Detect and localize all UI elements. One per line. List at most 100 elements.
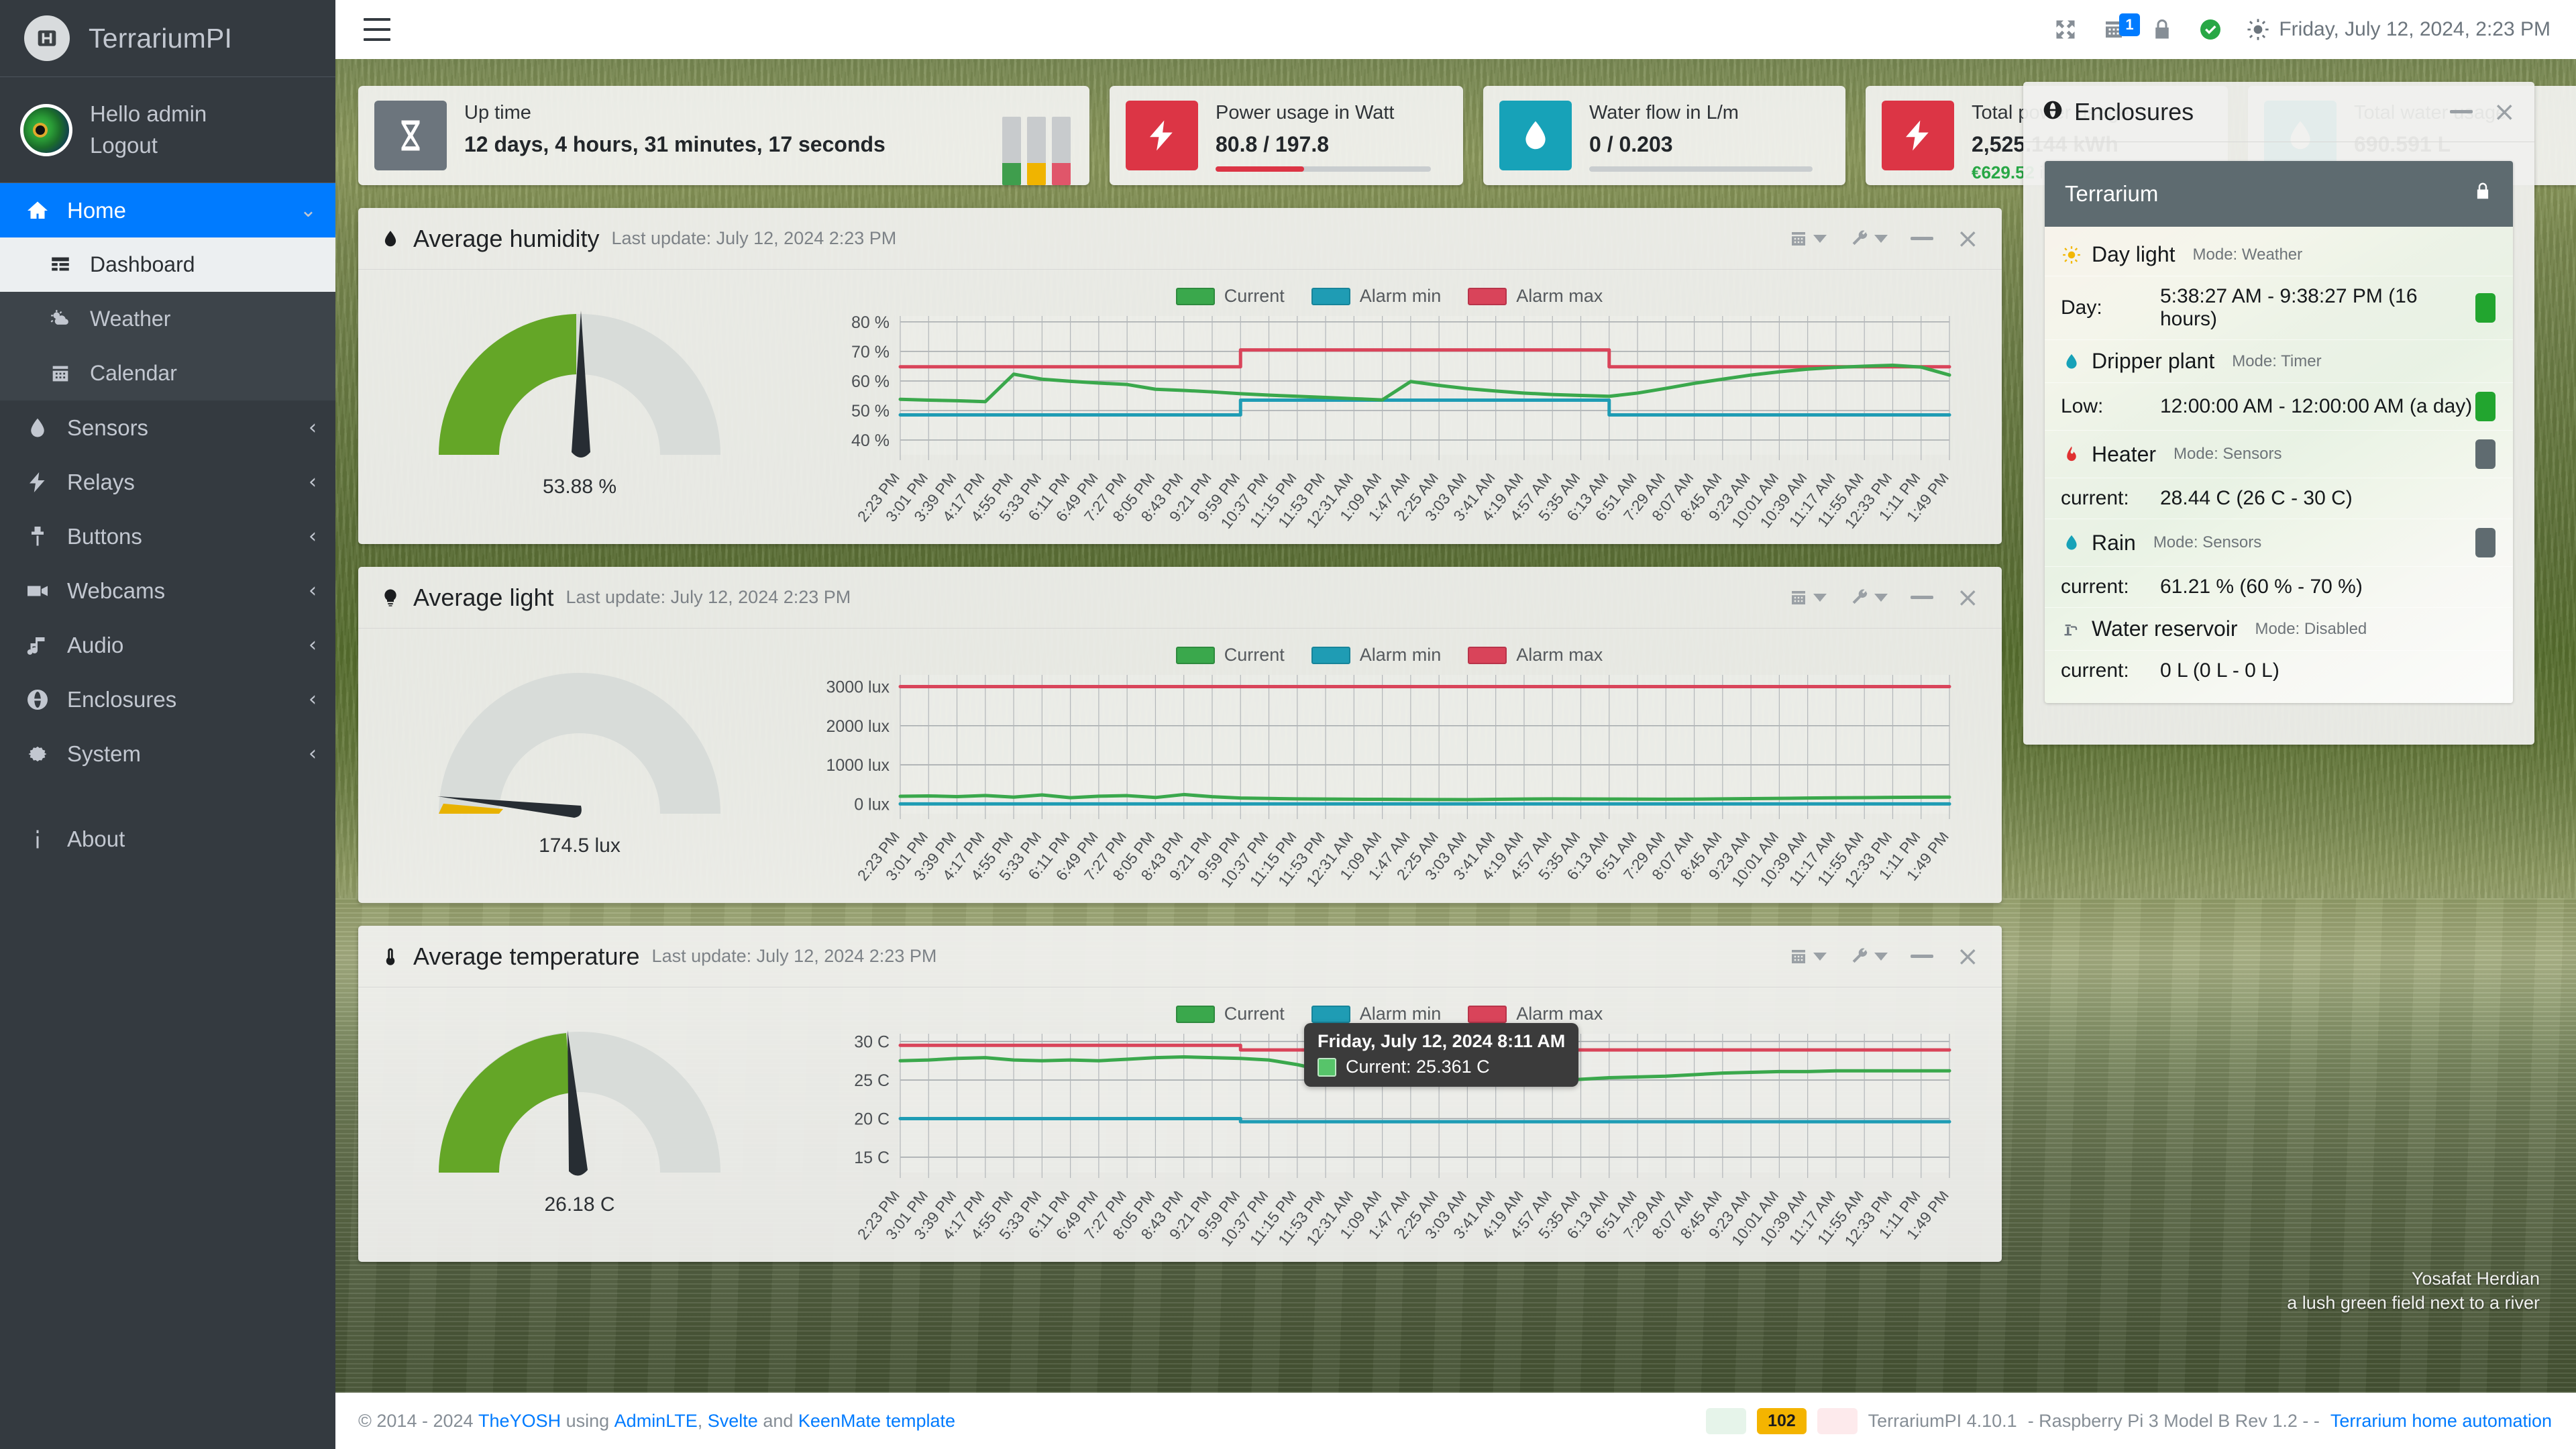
light-chart[interactable]: Current Alarm min Alarm max 0 lux 1000 lu… bbox=[801, 635, 2002, 903]
svg-text:20 C: 20 C bbox=[854, 1110, 890, 1129]
close-icon[interactable]: × bbox=[1956, 943, 1979, 970]
wrench-icon[interactable] bbox=[1849, 229, 1888, 249]
card-body: 26.18 C Current Alarm min Alarm max 15 C… bbox=[358, 987, 2002, 1262]
globe-icon bbox=[23, 688, 52, 712]
sidebar-item-label: Calendar bbox=[90, 361, 177, 385]
legend-label: Current bbox=[1224, 286, 1285, 306]
sidebar-item-audio[interactable]: Audio ‹ bbox=[0, 618, 335, 672]
datetime-display[interactable]: Friday, July 12, 2024, 2:23 PM bbox=[2247, 18, 2551, 41]
close-icon[interactable]: × bbox=[2493, 99, 2516, 125]
enclosure-area-header[interactable]: Dripper plant Mode: Timer bbox=[2045, 339, 2513, 382]
close-icon[interactable]: × bbox=[1956, 584, 1979, 611]
footer-hardware: - Raspberry Pi 3 Model B Rev 1.2 - - bbox=[2027, 1410, 2320, 1431]
card-average-light: Average light Last update: July 12, 2024… bbox=[358, 567, 2002, 903]
infobox-label: Water flow in L/m bbox=[1589, 102, 1739, 123]
footer-svelte-link[interactable]: Svelte bbox=[708, 1411, 758, 1432]
infobox-value: 0 / 0.203 bbox=[1589, 132, 1673, 157]
home-icon bbox=[23, 199, 52, 223]
calendar-icon[interactable] bbox=[1788, 947, 1827, 967]
enclosure-area-header[interactable]: Rain Mode: Sensors bbox=[2045, 519, 2513, 566]
area-value-label: current: bbox=[2061, 576, 2129, 598]
area-value-label: Low: bbox=[2061, 395, 2104, 417]
calendar-badge: 1 bbox=[2119, 13, 2140, 36]
minimize-icon[interactable] bbox=[1911, 955, 1934, 958]
area-value-label: current: bbox=[2061, 659, 2129, 682]
area-value-label: Day: bbox=[2061, 297, 2102, 319]
svg-text:60 %: 60 % bbox=[851, 372, 890, 391]
sidebar-item-system[interactable]: System ‹ bbox=[0, 727, 335, 781]
close-icon[interactable]: × bbox=[1956, 225, 1979, 252]
humidity-chart[interactable]: Current Alarm min Alarm max 40 % 50 % 60 %… bbox=[801, 276, 2002, 544]
enclosure-area-header[interactable]: Heater Mode: Sensors bbox=[2045, 430, 2513, 478]
calendar-icon[interactable] bbox=[1788, 588, 1827, 608]
panel-title: Enclosures bbox=[2074, 97, 2194, 125]
sidebar-item-buttons[interactable]: Buttons ‹ bbox=[0, 509, 335, 564]
footer-project-link[interactable]: Terrarium home automation bbox=[2330, 1411, 2552, 1432]
footer-badge-green: 00 bbox=[1706, 1407, 1747, 1434]
logout-link[interactable]: Logout bbox=[90, 133, 207, 158]
sidebar-item-weather[interactable]: Weather bbox=[0, 292, 335, 346]
sidebar-item-calendar[interactable]: Calendar bbox=[0, 346, 335, 400]
chevron-left-icon: ‹ bbox=[309, 579, 317, 602]
chevron-left-icon: ‹ bbox=[309, 470, 317, 494]
water-progress-bar bbox=[1589, 166, 1813, 172]
card-header: Average temperature Last update: July 12… bbox=[358, 926, 2002, 987]
chart-legend: Current Alarm min Alarm max bbox=[801, 635, 1978, 668]
temperature-chart[interactable]: Current Alarm min Alarm max 15 C 20 C 25 C… bbox=[801, 994, 2002, 1262]
lock-icon[interactable] bbox=[2473, 180, 2493, 208]
legend-swatch-current bbox=[1175, 287, 1215, 305]
infobox-water-flow[interactable]: Water flow in L/m 0 / 0.203 bbox=[1483, 86, 1845, 185]
footer-version: TerrariumPI 4.10.1 bbox=[1868, 1410, 2017, 1431]
footer-keenmate-link[interactable]: KeenMate template bbox=[798, 1411, 955, 1432]
avatar[interactable] bbox=[20, 103, 72, 156]
minimize-icon[interactable] bbox=[1911, 596, 1934, 599]
sidebar-item-relays[interactable]: Relays ‹ bbox=[0, 455, 335, 509]
sidebar-item-enclosures[interactable]: Enclosures ‹ bbox=[0, 672, 335, 727]
plot-area-light: 0 lux 1000 lux 2000 lux 3000 lux 2:23 PM 3:0… bbox=[801, 668, 1978, 903]
calendar-icon[interactable] bbox=[1788, 229, 1827, 249]
top-navbar: 1 Friday, July 12, 2024, 2:23 PM bbox=[335, 0, 2576, 59]
calendar-icon[interactable]: 1 bbox=[2102, 13, 2140, 42]
sidebar: TerrariumPI Hello admin Logout Home ⌄ Da… bbox=[0, 0, 335, 1449]
svg-text:80 %: 80 % bbox=[851, 313, 890, 332]
gear-icon bbox=[23, 742, 52, 766]
svg-text:15 C: 15 C bbox=[854, 1148, 890, 1167]
brand-title: TerrariumPI bbox=[89, 22, 233, 54]
infobox-uptime[interactable]: Up time 12 days, 4 hours, 31 minutes, 17… bbox=[358, 86, 1089, 185]
sidebar-item-dashboard[interactable]: Dashboard bbox=[0, 237, 335, 292]
check-circle-icon[interactable] bbox=[2198, 17, 2222, 42]
sidebar-item-about[interactable]: About bbox=[0, 812, 335, 866]
brand-header[interactable]: TerrariumPI bbox=[0, 0, 335, 77]
sidebar-item-label: About bbox=[67, 826, 125, 851]
svg-text:30 C: 30 C bbox=[854, 1033, 890, 1052]
hamburger-icon[interactable] bbox=[364, 18, 390, 41]
chevron-left-icon: ‹ bbox=[309, 742, 317, 765]
card-body: 174.5 lux Current Alarm min Alarm max 0 … bbox=[358, 629, 2002, 903]
infobox-power-usage[interactable]: Power usage in Watt 80.8 / 197.8 bbox=[1110, 86, 1463, 185]
enclosure-card-header[interactable]: Terrarium bbox=[2045, 161, 2513, 227]
dashboard-icon bbox=[46, 254, 75, 276]
minimize-icon[interactable] bbox=[1911, 237, 1934, 240]
footer-adminlte-link[interactable]: AdminLTE bbox=[614, 1411, 698, 1432]
lock-icon[interactable] bbox=[2150, 17, 2174, 42]
enclosure-area-header[interactable]: Day light Mode: Weather bbox=[2045, 233, 2513, 276]
fullscreen-icon[interactable] bbox=[2053, 17, 2078, 42]
wrench-icon[interactable] bbox=[1849, 588, 1888, 608]
load-bar-yellow bbox=[1027, 117, 1046, 185]
svg-text:40 %: 40 % bbox=[851, 431, 890, 450]
minimize-icon[interactable] bbox=[2450, 110, 2473, 113]
wrench-icon[interactable] bbox=[1849, 947, 1888, 967]
sidebar-item-webcams[interactable]: Webcams ‹ bbox=[0, 564, 335, 618]
footer-author-link[interactable]: TheYOSH bbox=[478, 1411, 561, 1432]
tooltip-series: Current: 25.361 C bbox=[1346, 1057, 1490, 1077]
enclosure-area-value-row: current: 61.21 % (60 % - 70 %) bbox=[2045, 566, 2513, 607]
droplet-icon bbox=[378, 227, 402, 250]
uptime-load-bars bbox=[1002, 86, 1089, 185]
temperature-gauge-value: 26.18 C bbox=[544, 1193, 615, 1216]
enclosure-name: Terrarium bbox=[2065, 181, 2159, 206]
enclosure-area-header[interactable]: Water reservoir Mode: Disabled bbox=[2045, 607, 2513, 650]
sidebar-item-sensors[interactable]: Sensors ‹ bbox=[0, 400, 335, 455]
sidebar-item-home[interactable]: Home ⌄ bbox=[0, 183, 335, 237]
user-greeting[interactable]: Hello admin bbox=[90, 101, 207, 127]
